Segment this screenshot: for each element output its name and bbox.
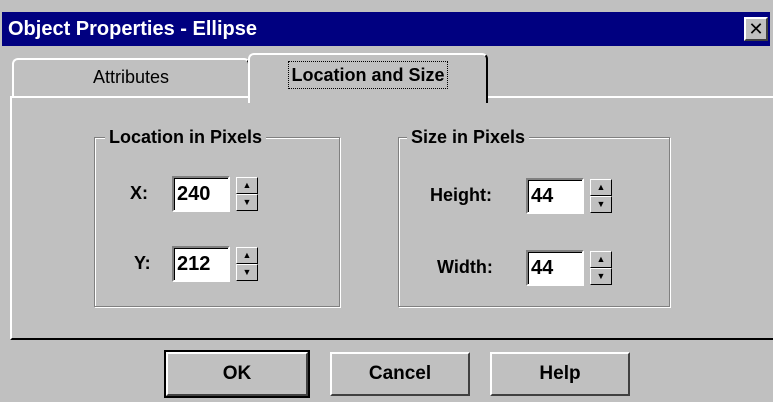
y-spin-down-button[interactable]: ▼ [236, 264, 258, 281]
height-spin-up-button[interactable]: ▲ [590, 179, 612, 196]
arrow-down-icon: ▼ [596, 199, 606, 209]
height-spin-down-button[interactable]: ▼ [590, 196, 612, 213]
x-label: X: [130, 183, 148, 203]
width-spin-up-button[interactable]: ▲ [590, 251, 612, 268]
help-button[interactable]: Help [490, 352, 630, 396]
arrow-down-icon: ▼ [242, 197, 252, 207]
height-label: Height: [430, 185, 492, 205]
window-title: Object Properties - Ellipse [8, 18, 257, 40]
y-label: Y: [134, 253, 151, 273]
y-input[interactable] [172, 246, 230, 282]
title-bar[interactable]: Object Properties - Ellipse ✕ [2, 12, 770, 46]
help-button-label: Help [539, 363, 581, 384]
y-spin-up-button[interactable]: ▲ [236, 247, 258, 264]
ok-button[interactable]: OK [164, 350, 310, 398]
close-icon: ✕ [748, 19, 764, 39]
height-input[interactable] [526, 178, 584, 214]
arrow-up-icon: ▲ [242, 250, 252, 260]
cancel-button[interactable]: Cancel [330, 352, 470, 396]
tab-location-and-size-label: Location and Size [288, 61, 448, 89]
width-label: Width: [437, 257, 493, 277]
location-group-title: Location in Pixels [105, 125, 267, 149]
arrow-down-icon: ▼ [596, 271, 606, 281]
arrow-down-icon: ▼ [242, 267, 252, 277]
x-spinner[interactable]: ▲ ▼ [236, 177, 258, 211]
arrow-up-icon: ▲ [596, 182, 606, 192]
object-properties-dialog: Object Properties - Ellipse ✕ Attributes… [0, 0, 773, 402]
tab-attributes[interactable]: Attributes [12, 58, 250, 98]
tab-attributes-label: Attributes [92, 67, 170, 87]
close-button[interactable]: ✕ [744, 17, 768, 41]
cancel-button-label: Cancel [368, 363, 432, 384]
width-input[interactable] [526, 250, 584, 286]
width-spinner[interactable]: ▲ ▼ [590, 251, 612, 285]
height-spinner[interactable]: ▲ ▼ [590, 179, 612, 213]
y-spinner[interactable]: ▲ ▼ [236, 247, 258, 281]
x-spin-down-button[interactable]: ▼ [236, 194, 258, 211]
size-group-title: Size in Pixels [407, 125, 530, 149]
ok-button-label: OK [222, 363, 252, 384]
x-spin-up-button[interactable]: ▲ [236, 177, 258, 194]
arrow-up-icon: ▲ [596, 254, 606, 264]
width-spin-down-button[interactable]: ▼ [590, 268, 612, 285]
tab-location-and-size[interactable]: Location and Size [248, 53, 488, 103]
x-input[interactable] [172, 176, 230, 212]
arrow-up-icon: ▲ [242, 180, 252, 190]
